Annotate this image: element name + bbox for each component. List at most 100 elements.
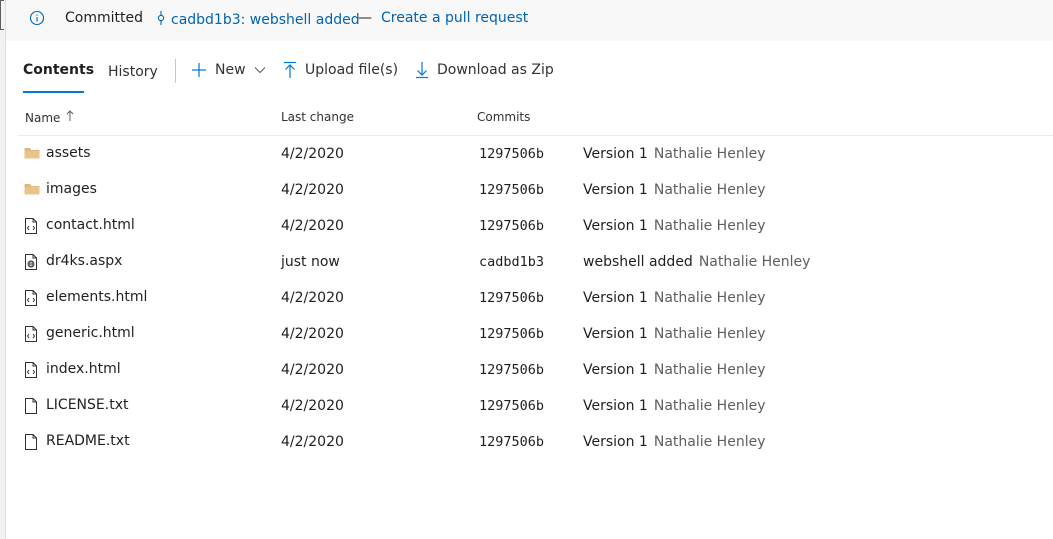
text-file-icon (24, 398, 38, 418)
plus-icon (190, 61, 208, 79)
file-name-link[interactable]: index.html (46, 361, 121, 377)
panel-edge-mark (0, 0, 4, 30)
info-icon (29, 10, 45, 30)
commit-banner: Committed cadbd1b3: webshell added — Cre… (6, 0, 1053, 41)
column-header-last-change[interactable]: Last change (281, 110, 354, 124)
table-row[interactable]: elements.html 4/2/2020 1297506b Version 1 Na… (18, 280, 1053, 316)
file-name-link[interactable]: images (46, 181, 97, 197)
last-change-date: 4/2/2020 (281, 398, 344, 414)
web-file-icon (24, 254, 38, 274)
commit-message: Version 1 Nathalie Henley (583, 182, 765, 198)
sort-ascending-arrow-icon (66, 110, 74, 125)
chevron-down-icon[interactable] (254, 66, 266, 74)
file-name-link[interactable]: LICENSE.txt (46, 397, 128, 413)
commit-message-text: Version 1 (583, 326, 648, 342)
commit-message-text: Version 1 (583, 146, 648, 162)
commit-author: Nathalie Henley (653, 290, 766, 306)
last-change-date: 4/2/2020 (281, 290, 344, 306)
text-file-icon (24, 434, 38, 454)
commit-id-link[interactable]: 1297506b (479, 218, 544, 234)
commit-message: Version 1 Nathalie Henley (583, 434, 765, 450)
file-name-link[interactable]: README.txt (46, 433, 130, 449)
commit-id-link[interactable]: 1297506b (479, 146, 544, 162)
git-commit-icon (154, 10, 171, 30)
commit-id-link[interactable]: 1297506b (479, 398, 544, 414)
commit-message: Version 1 Nathalie Henley (583, 218, 765, 234)
download-icon (414, 61, 430, 79)
commit-message-text: Version 1 (583, 362, 648, 378)
commit-author: Nathalie Henley (653, 434, 766, 450)
tab-history[interactable]: History (108, 64, 158, 80)
commit-author: Nathalie Henley (653, 398, 766, 414)
last-change-date: 4/2/2020 (281, 326, 344, 342)
last-change-date: 4/2/2020 (281, 362, 344, 378)
table-row[interactable]: images 4/2/2020 1297506b Version 1 Nathalie … (18, 172, 1053, 208)
code-file-icon (24, 218, 38, 238)
commit-message-text: Version 1 (583, 290, 648, 306)
commit-id-link[interactable]: 1297506b (479, 434, 544, 450)
column-header-name[interactable]: Name (25, 110, 74, 125)
commit-message: webshell added Nathalie Henley (583, 254, 810, 270)
commit-id-link[interactable]: 1297506b (479, 362, 544, 378)
last-change-date: just now (281, 254, 340, 270)
tab-contents[interactable]: Contents (23, 62, 94, 93)
code-file-icon (24, 362, 38, 382)
commit-message-text: Version 1 (583, 398, 648, 414)
folder-icon (24, 146, 40, 164)
file-name-link[interactable]: assets (46, 145, 91, 161)
download-zip-label: Download as Zip (437, 62, 554, 78)
table-row[interactable]: assets 4/2/2020 1297506b Version 1 Nathalie … (18, 136, 1053, 172)
column-header-commits[interactable]: Commits (477, 110, 530, 124)
commit-message-text: webshell added (583, 254, 693, 270)
file-name-link[interactable]: elements.html (46, 289, 147, 305)
folder-icon (24, 182, 40, 200)
commit-author: Nathalie Henley (653, 146, 766, 162)
commit-author: Nathalie Henley (653, 182, 766, 198)
upload-files-button[interactable]: Upload file(s) (282, 61, 398, 79)
commit-message: Version 1 Nathalie Henley (583, 326, 765, 342)
commit-message: Version 1 Nathalie Henley (583, 146, 765, 162)
commit-id-link[interactable]: cadbd1b3 (479, 254, 544, 270)
commit-link-text: cadbd1b3: webshell added (171, 12, 360, 28)
commit-author: Nathalie Henley (698, 254, 811, 270)
last-change-date: 4/2/2020 (281, 434, 344, 450)
banner-status-text: Committed (65, 10, 143, 26)
commit-message: Version 1 Nathalie Henley (583, 398, 765, 414)
table-row[interactable]: contact.html 4/2/2020 1297506b Version 1 Nat… (18, 208, 1053, 244)
commit-id-link[interactable]: 1297506b (479, 290, 544, 306)
table-row[interactable]: index.html 4/2/2020 1297506b Version 1 Natha… (18, 352, 1053, 388)
toolbar-divider (175, 59, 176, 83)
table-row[interactable]: README.txt 4/2/2020 1297506b Version 1 Natha… (18, 424, 1053, 460)
file-name-link[interactable]: generic.html (46, 325, 135, 341)
upload-files-label: Upload file(s) (305, 62, 399, 78)
banner-separator: — (358, 10, 372, 26)
create-pull-request-link[interactable]: Create a pull request (381, 10, 528, 26)
new-button[interactable]: New (190, 61, 266, 79)
commit-author: Nathalie Henley (653, 326, 766, 342)
commit-message-text: Version 1 (583, 218, 648, 234)
commit-id-link[interactable]: 1297506b (479, 182, 544, 198)
new-button-label: New (215, 62, 246, 78)
last-change-date: 4/2/2020 (281, 218, 344, 234)
commit-link[interactable]: cadbd1b3: webshell added (154, 10, 360, 30)
table-row[interactable]: generic.html 4/2/2020 1297506b Version 1 Nat… (18, 316, 1053, 352)
code-file-icon (24, 326, 38, 346)
table-row[interactable]: LICENSE.txt 4/2/2020 1297506b Version 1 Nath… (18, 388, 1053, 424)
commit-message-text: Version 1 (583, 182, 648, 198)
commit-id-link[interactable]: 1297506b (479, 326, 544, 342)
commit-message: Version 1 Nathalie Henley (583, 362, 765, 378)
commit-message-text: Version 1 (583, 434, 648, 450)
left-panel-edge (0, 0, 6, 539)
commit-author: Nathalie Henley (653, 362, 766, 378)
commit-message: Version 1 Nathalie Henley (583, 290, 765, 306)
column-header-name-label: Name (25, 110, 61, 125)
download-zip-button[interactable]: Download as Zip (414, 61, 554, 79)
last-change-date: 4/2/2020 (281, 146, 344, 162)
table-row[interactable]: dr4ks.aspx just now cadbd1b3 webshell added… (18, 244, 1053, 280)
file-name-link[interactable]: contact.html (46, 217, 135, 233)
upload-icon (282, 61, 298, 79)
code-file-icon (24, 290, 38, 310)
commit-author: Nathalie Henley (653, 218, 766, 234)
last-change-date: 4/2/2020 (281, 182, 344, 198)
file-name-link[interactable]: dr4ks.aspx (46, 253, 122, 269)
